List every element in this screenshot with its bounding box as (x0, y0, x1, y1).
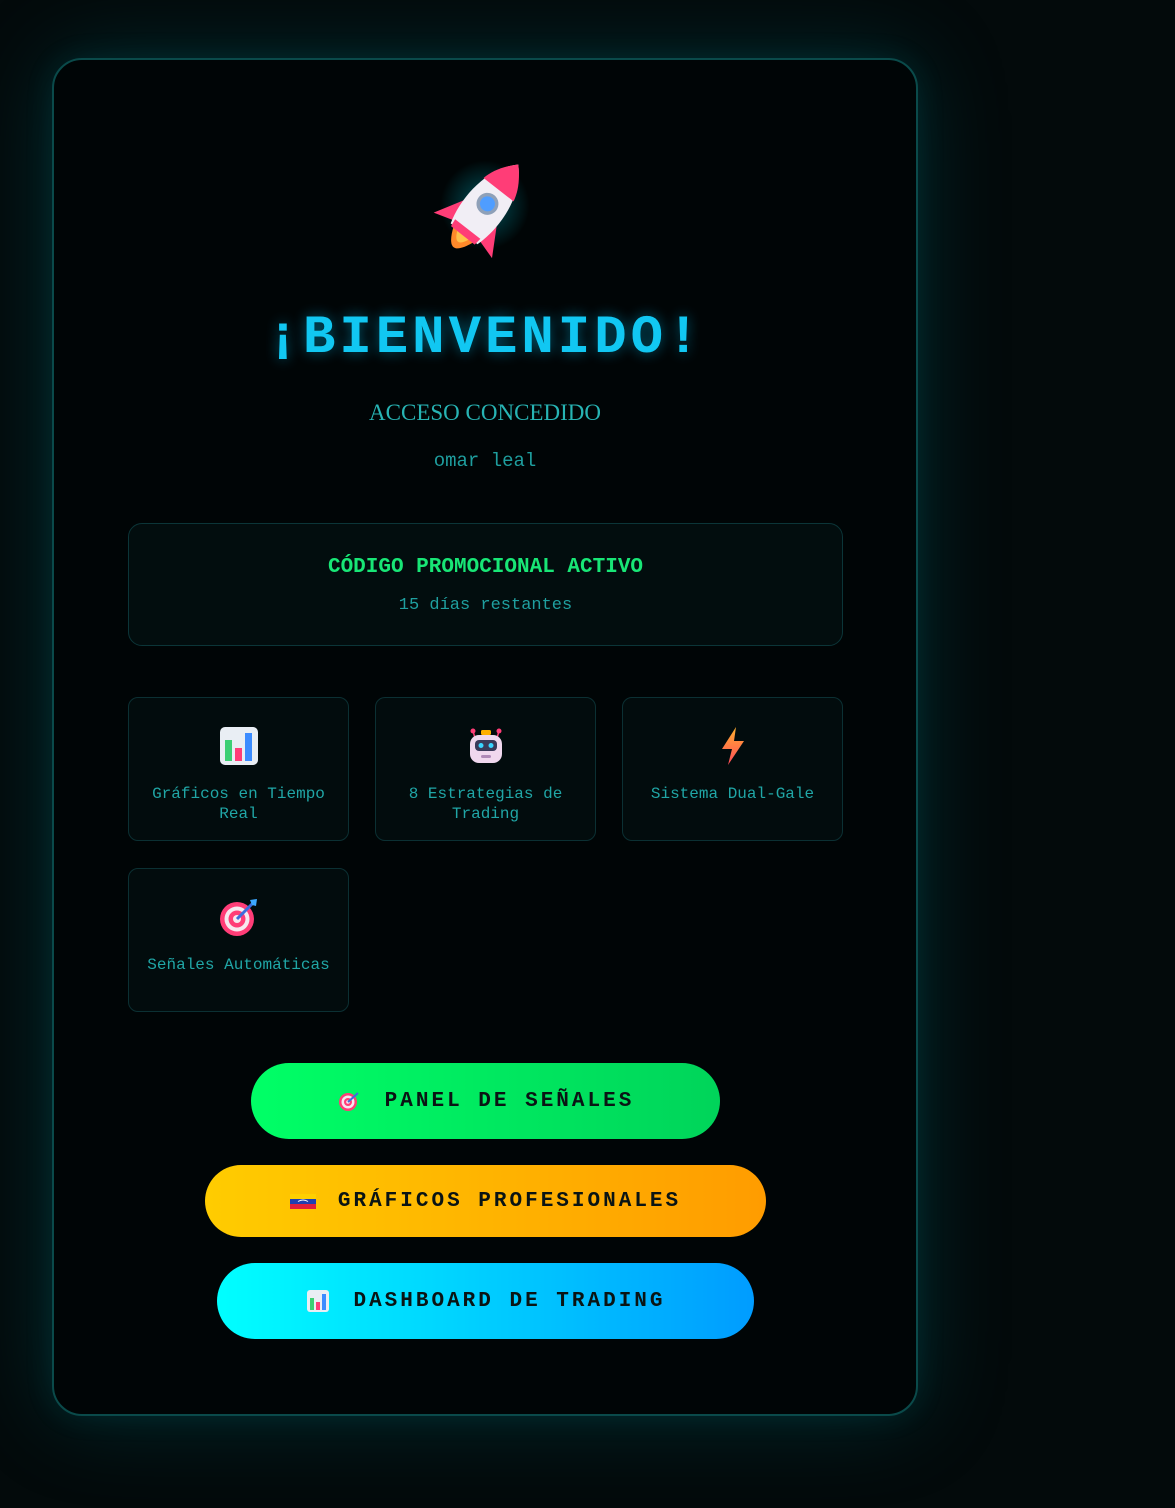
professional-charts-button[interactable]: GRÁFICOS PROFESIONALES (205, 1165, 766, 1237)
promo-days-remaining: 15 días restantes (398, 596, 573, 615)
trading-dashboard-label: DASHBOARD DE TRADING (353, 1289, 666, 1313)
trading-dashboard-button[interactable]: DASHBOARD DE TRADING (217, 1263, 754, 1339)
page-title: ¡BIENVENIDO! (266, 308, 704, 369)
target-icon (338, 1092, 359, 1111)
feature-card-strategies: 8 Estrategias de Trading (375, 697, 596, 841)
professional-charts-label: GRÁFICOS PROFESIONALES (337, 1189, 682, 1213)
bar-chart-icon (219, 727, 258, 765)
target-icon (219, 899, 257, 936)
rocket-icon (433, 164, 519, 259)
feature-label: Señales Automáticas (147, 956, 330, 974)
username: omar leal (433, 450, 537, 472)
signals-panel-label: PANEL DE SEÑALES (384, 1089, 635, 1113)
promo-title: CÓDIGO PROMOCIONAL ACTIVO (327, 556, 644, 579)
bar-chart-icon (307, 1290, 330, 1312)
feature-card-signals: Señales Automáticas (128, 868, 349, 1012)
feature-card-charts: Gráficos en Tiempo Real (128, 697, 349, 841)
feature-card-dual-gale: Sistema Dual-Gale (622, 697, 843, 841)
venezuela-flag-icon (289, 1194, 316, 1209)
feature-label: Gráficos en Tiempo Real (152, 785, 325, 823)
signals-panel-button[interactable]: PANEL DE SEÑALES (251, 1063, 720, 1139)
feature-label: Sistema Dual-Gale (650, 785, 815, 803)
feature-label: 8 Estrategias de Trading (408, 785, 563, 823)
lightning-icon (721, 727, 744, 765)
robot-icon (469, 728, 502, 763)
access-status: ACCESO CONCEDIDO (369, 400, 601, 425)
promo-box: CÓDIGO PROMOCIONAL ACTIVO 15 días restan… (128, 523, 843, 646)
